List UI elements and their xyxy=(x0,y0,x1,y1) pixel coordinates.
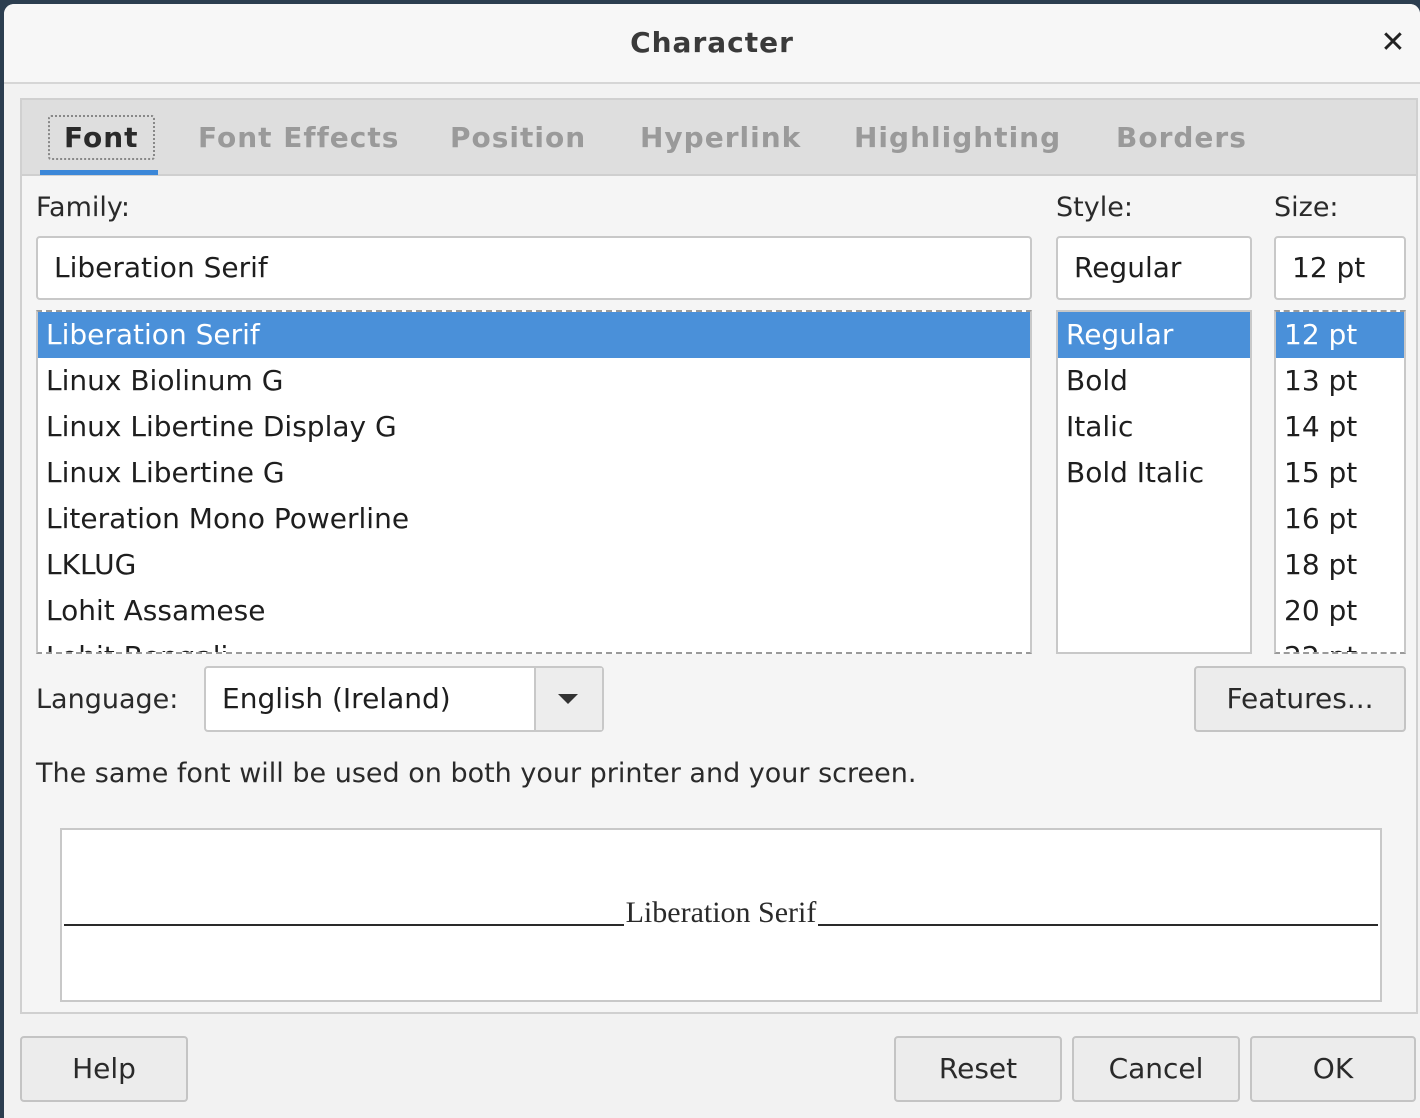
size-list-item[interactable]: 13 pt xyxy=(1276,358,1404,404)
title-bar: Character ✕ xyxy=(4,4,1420,84)
size-label: Size: xyxy=(1274,192,1339,223)
language-dropdown-button[interactable] xyxy=(534,668,602,730)
tab-borders[interactable]: Borders xyxy=(1116,100,1247,176)
size-list-item[interactable]: 18 pt xyxy=(1276,542,1404,588)
font-preview: Liberation Serif xyxy=(60,828,1382,1002)
tab-notebook: Font Font Effects Position Hyperlink Hig… xyxy=(20,98,1418,1014)
tab-bar: Font Font Effects Position Hyperlink Hig… xyxy=(22,100,1416,176)
family-list-item[interactable]: Linux Libertine G xyxy=(38,450,1030,496)
character-dialog: Character ✕ Font Font Effects Position H… xyxy=(4,4,1420,1118)
language-label: Language: xyxy=(36,684,179,715)
family-list-item[interactable]: Lohit Bengali xyxy=(38,634,1030,652)
size-list-item[interactable]: 20 pt xyxy=(1276,588,1404,634)
close-icon[interactable]: ✕ xyxy=(1376,26,1410,60)
ok-button[interactable]: OK xyxy=(1250,1036,1416,1102)
tab-font[interactable]: Font xyxy=(48,100,155,176)
size-list-item[interactable]: 16 pt xyxy=(1276,496,1404,542)
tab-highlighting[interactable]: Highlighting xyxy=(854,100,1061,176)
style-label: Style: xyxy=(1056,192,1133,223)
style-list-item[interactable]: Italic xyxy=(1058,404,1250,450)
preview-text: Liberation Serif xyxy=(623,896,819,929)
reset-button[interactable]: Reset xyxy=(894,1036,1062,1102)
style-list-item[interactable]: Bold Italic xyxy=(1058,450,1250,496)
style-list[interactable]: Regular Bold Italic Bold Italic xyxy=(1056,310,1252,654)
family-list-item[interactable]: Linux Biolinum G xyxy=(38,358,1030,404)
family-list[interactable]: Liberation Serif Linux Biolinum G Linux … xyxy=(36,310,1032,654)
size-input[interactable]: 12 pt xyxy=(1274,236,1406,300)
family-list-item[interactable]: Lohit Assamese xyxy=(38,588,1030,634)
active-tab-indicator xyxy=(40,170,158,175)
language-select[interactable]: English (Ireland) xyxy=(204,666,604,732)
cancel-button[interactable]: Cancel xyxy=(1072,1036,1240,1102)
tab-position[interactable]: Position xyxy=(450,100,586,176)
style-input[interactable]: Regular xyxy=(1056,236,1252,300)
family-input[interactable]: Liberation Serif xyxy=(36,236,1032,300)
style-list-item[interactable]: Bold xyxy=(1058,358,1250,404)
family-label: Family: xyxy=(36,192,131,223)
style-list-item[interactable]: Regular xyxy=(1058,312,1250,358)
family-list-item[interactable]: Linux Libertine Display G xyxy=(38,404,1030,450)
chevron-down-icon xyxy=(558,694,578,704)
help-button[interactable]: Help xyxy=(20,1036,188,1102)
family-list-item[interactable]: LKLUG xyxy=(38,542,1030,588)
family-list-item[interactable]: Liberation Serif xyxy=(38,312,1030,358)
size-list-item[interactable]: 15 pt xyxy=(1276,450,1404,496)
size-list-item[interactable]: 12 pt xyxy=(1276,312,1404,358)
tab-hyperlink[interactable]: Hyperlink xyxy=(640,100,801,176)
language-value: English (Ireland) xyxy=(222,682,451,715)
dialog-title: Character xyxy=(630,26,794,59)
family-list-item[interactable]: Literation Mono Powerline xyxy=(38,496,1030,542)
features-button[interactable]: Features... xyxy=(1194,666,1406,732)
size-list-item[interactable]: 14 pt xyxy=(1276,404,1404,450)
tab-font-effects[interactable]: Font Effects xyxy=(198,100,399,176)
size-list-item[interactable]: 22 pt xyxy=(1276,634,1404,652)
size-list[interactable]: 12 pt 13 pt 14 pt 15 pt 16 pt 18 pt 20 p… xyxy=(1274,310,1406,654)
font-notice: The same font will be used on both your … xyxy=(36,758,917,789)
